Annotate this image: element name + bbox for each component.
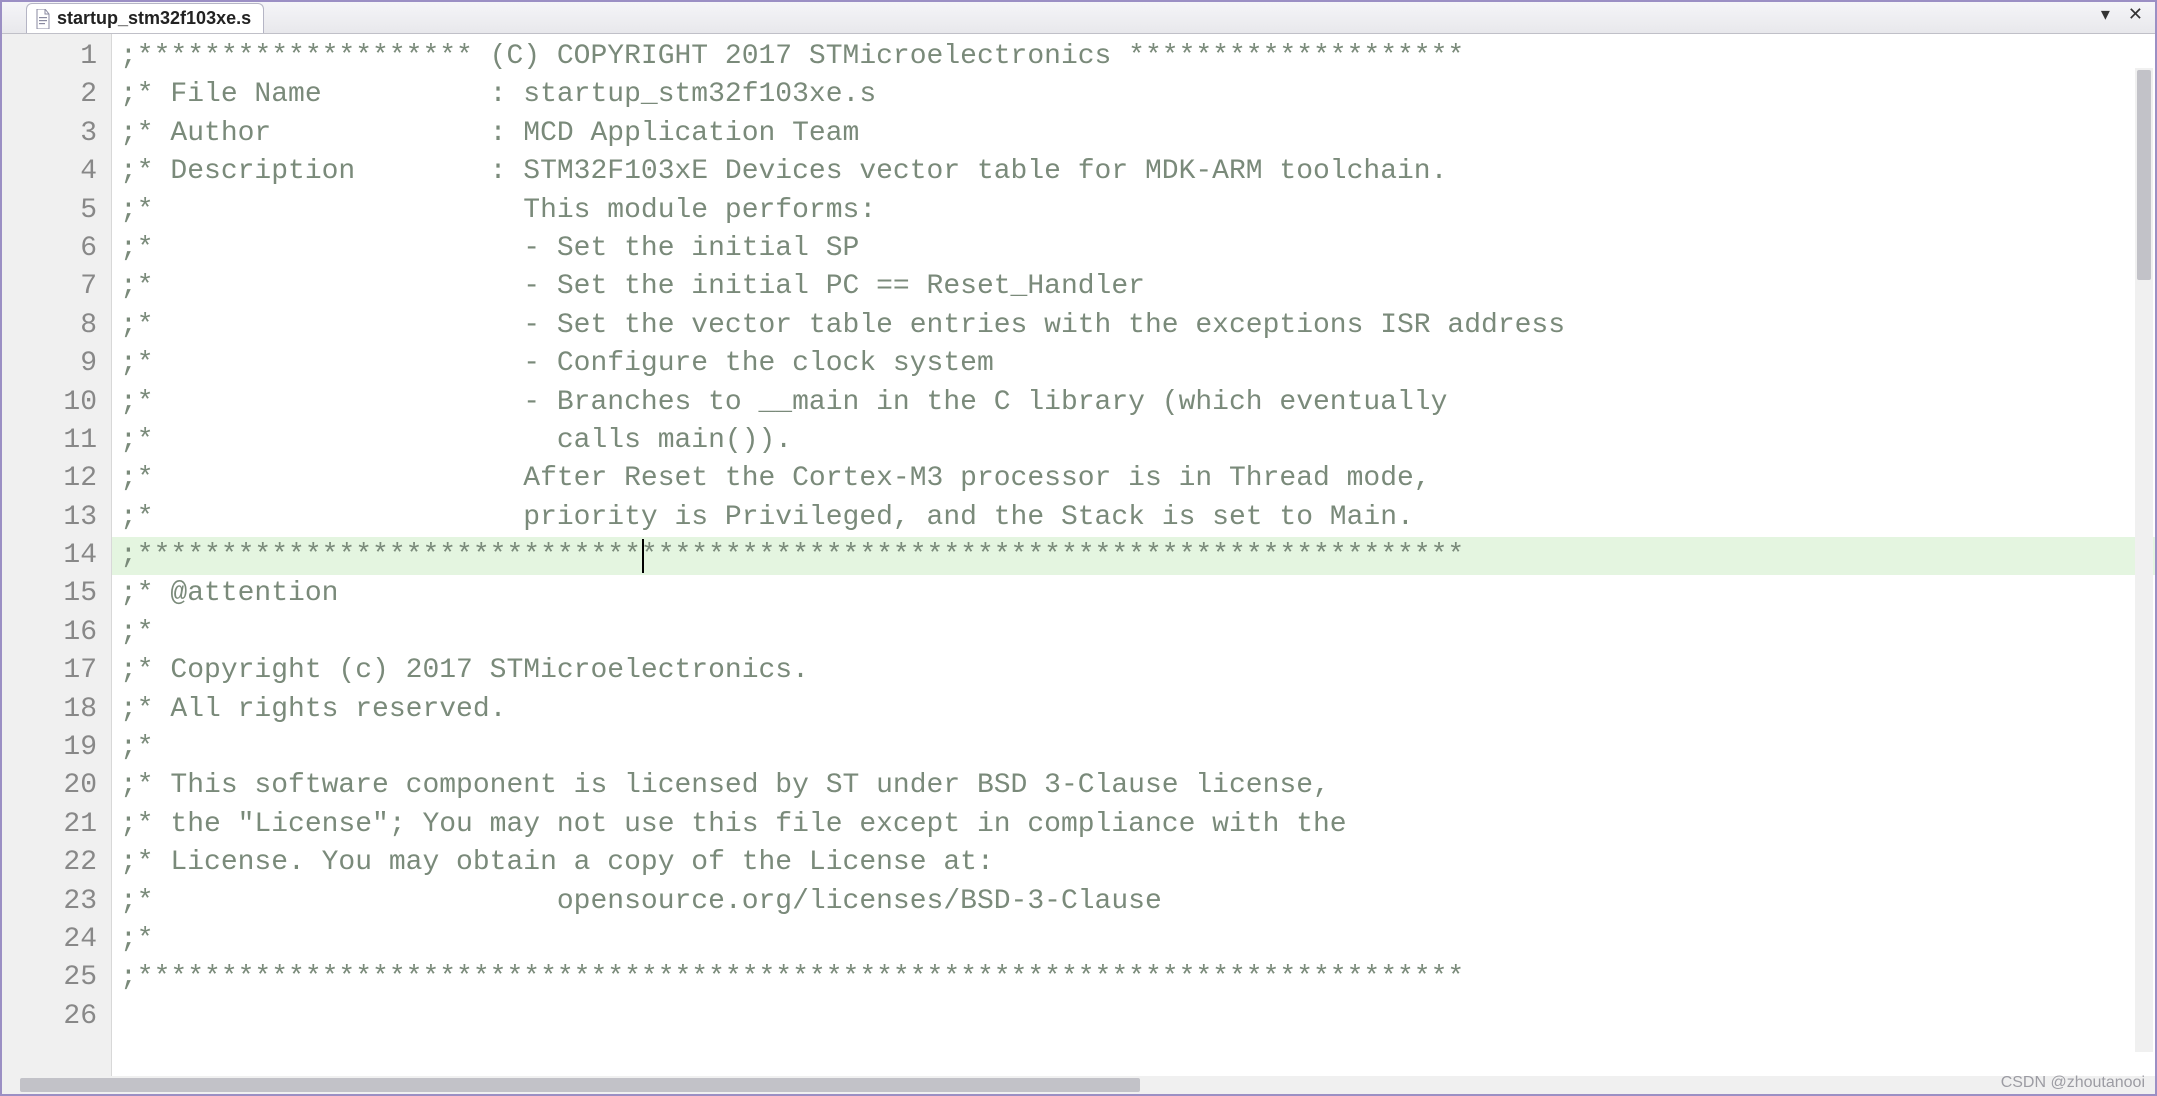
horizontal-scrollbar-thumb[interactable] [20, 1078, 1140, 1092]
code-line[interactable]: ;* Description : STM32F103xE Devices vec… [112, 153, 2155, 191]
line-number: 9 [2, 345, 111, 383]
close-icon[interactable]: ✕ [2124, 4, 2147, 25]
line-number: 21 [2, 806, 111, 844]
code-line[interactable]: ;* After Reset the Cortex-M3 processor i… [112, 460, 2155, 498]
line-number: 18 [2, 691, 111, 729]
minimize-icon[interactable]: ▾ [2097, 4, 2114, 25]
code-line[interactable]: ;* - Configure the clock system [112, 345, 2155, 383]
code-line[interactable]: ;* License. You may obtain a copy of the… [112, 844, 2155, 882]
code-line[interactable]: ;* - Set the initial SP [112, 230, 2155, 268]
code-line[interactable]: ;* calls main()). [112, 422, 2155, 460]
line-number: 22 [2, 844, 111, 882]
code-line[interactable]: ;* the "License"; You may not use this f… [112, 806, 2155, 844]
code-line[interactable]: ;* [112, 614, 2155, 652]
code-line[interactable]: ;* Copyright (c) 2017 STMicroelectronics… [112, 652, 2155, 690]
file-tab[interactable]: startup_stm32f103xe.s [26, 3, 264, 33]
vertical-scrollbar[interactable] [2135, 68, 2153, 1052]
code-line[interactable]: ;* Author : MCD Application Team [112, 115, 2155, 153]
line-number: 19 [2, 729, 111, 767]
code-line[interactable]: ;* This module performs: [112, 192, 2155, 230]
line-number: 3 [2, 115, 111, 153]
code-line[interactable]: ;* opensource.org/licenses/BSD-3-Clause [112, 883, 2155, 921]
tab-bar: startup_stm32f103xe.s ▾ ✕ [2, 2, 2155, 34]
window-controls: ▾ ✕ [2097, 4, 2147, 25]
code-line[interactable]: ;* This software component is licensed b… [112, 767, 2155, 805]
editor-body: 1234567891011121314151617181920212223242… [2, 34, 2155, 1076]
line-number: 7 [2, 268, 111, 306]
code-line[interactable] [112, 998, 2155, 1036]
line-number: 23 [2, 883, 111, 921]
tab-filename: startup_stm32f103xe.s [57, 8, 251, 29]
line-number: 16 [2, 614, 111, 652]
line-number-gutter: 1234567891011121314151617181920212223242… [2, 34, 112, 1076]
line-number: 5 [2, 192, 111, 230]
watermark: CSDN @zhoutanooi [2001, 1074, 2145, 1092]
line-number: 10 [2, 384, 111, 422]
line-number: 2 [2, 76, 111, 114]
code-line[interactable]: ;******************** (C) COPYRIGHT 2017… [112, 38, 2155, 76]
line-number: 14 [2, 537, 111, 575]
line-number: 6 [2, 230, 111, 268]
line-number: 11 [2, 422, 111, 460]
line-number: 15 [2, 575, 111, 613]
line-number: 25 [2, 959, 111, 997]
line-number: 13 [2, 499, 111, 537]
file-icon [35, 9, 51, 29]
line-number: 20 [2, 767, 111, 805]
code-line[interactable]: ;* @attention [112, 575, 2155, 613]
code-line[interactable]: ;* File Name : startup_stm32f103xe.s [112, 76, 2155, 114]
code-line[interactable]: ;* All rights reserved. [112, 691, 2155, 729]
code-line[interactable]: ;* [112, 921, 2155, 959]
code-line[interactable]: ;* - Set the initial PC == Reset_Handler [112, 268, 2155, 306]
code-area[interactable]: ;******************** (C) COPYRIGHT 2017… [112, 34, 2155, 1076]
line-number: 24 [2, 921, 111, 959]
line-number: 12 [2, 460, 111, 498]
vertical-scrollbar-thumb[interactable] [2137, 70, 2151, 280]
text-cursor [642, 539, 644, 573]
code-line[interactable]: ;***************************************… [112, 537, 2155, 575]
code-line[interactable]: ;* priority is Privileged, and the Stack… [112, 499, 2155, 537]
code-line[interactable]: ;* [112, 729, 2155, 767]
code-line[interactable]: ;* - Branches to __main in the C library… [112, 384, 2155, 422]
line-number: 4 [2, 153, 111, 191]
line-number: 1 [2, 38, 111, 76]
editor-window: startup_stm32f103xe.s ▾ ✕ 12345678910111… [0, 0, 2157, 1096]
line-number: 8 [2, 307, 111, 345]
code-line[interactable]: ;***************************************… [112, 959, 2155, 997]
horizontal-scrollbar[interactable] [2, 1076, 2155, 1094]
line-number: 17 [2, 652, 111, 690]
code-line[interactable]: ;* - Set the vector table entries with t… [112, 307, 2155, 345]
line-number: 26 [2, 998, 111, 1036]
